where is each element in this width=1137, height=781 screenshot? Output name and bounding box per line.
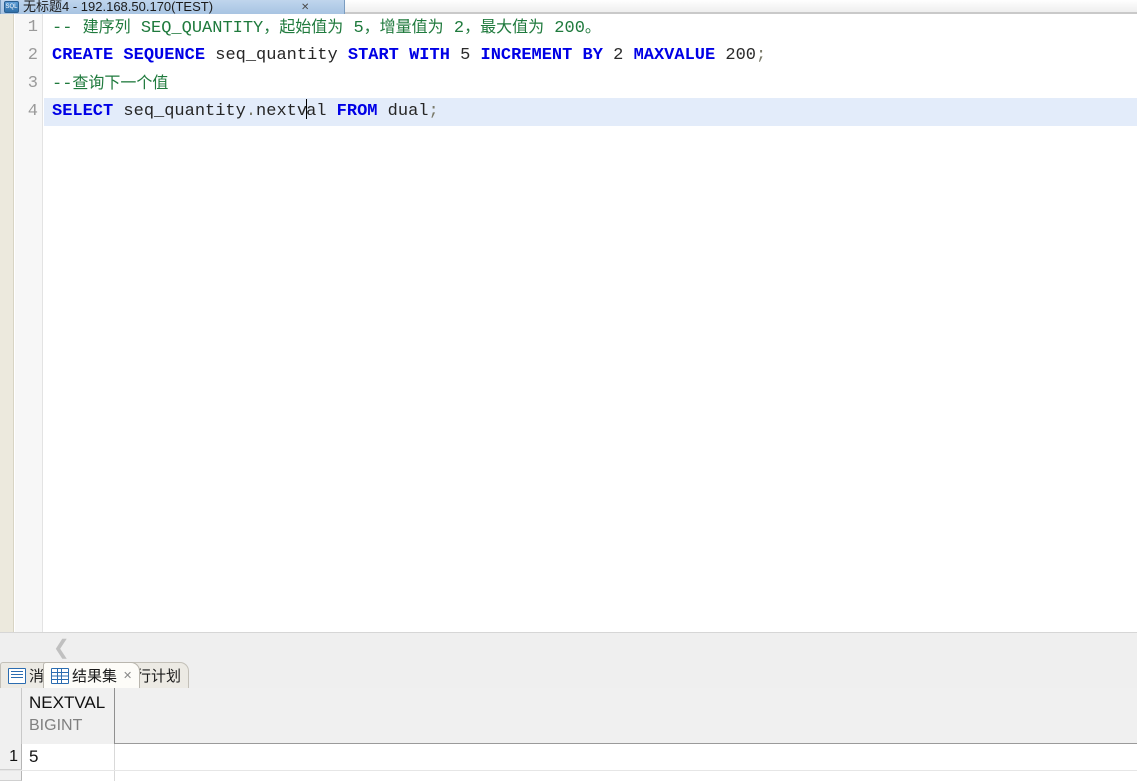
code-line-text: --查询下一个值 [44, 75, 168, 94]
editor-tabstrip: SQL 无标题4 - 192.168.50.170(TEST) ✕ [0, 0, 1137, 14]
token-kw: CREATE [52, 46, 114, 65]
token-plain: dual [377, 102, 429, 121]
code-line-text: -- 建序列 SEQ_QUANTITY，起始值为 5，增量值为 2，最大值为 2… [44, 19, 601, 38]
close-icon[interactable]: ✕ [301, 2, 309, 13]
line-number: 2 [27, 46, 38, 65]
sql-client-window: SQL 无标题4 - 192.168.50.170(TEST) ✕ 1 2 3 4 -… [0, 0, 1137, 781]
splitter-edge [0, 632, 1137, 633]
line-number: 4 [27, 102, 38, 121]
token-comment-cn: ，起始值为 [263, 19, 344, 36]
token-num: 5 [460, 46, 471, 65]
token-comment: 200 [544, 19, 585, 38]
code-line[interactable]: --查询下一个值 [44, 70, 1137, 98]
editor-annotation-margin[interactable] [0, 14, 14, 632]
tab-result-set[interactable]: 结果集 ✕ [43, 662, 141, 688]
token-kw: SEQUENCE [123, 46, 206, 65]
token-num: 2 [613, 46, 624, 65]
result-grid-icon [51, 667, 69, 684]
token-kw: FROM [336, 102, 378, 121]
grid-column-name: NEXTVAL [29, 693, 106, 712]
cell-empty[interactable] [22, 771, 115, 781]
chevron-left-icon[interactable]: ❮ [53, 635, 70, 660]
table-row[interactable]: 1 5 [0, 744, 1137, 771]
token-punc: . [245, 102, 257, 121]
sql-file-icon: SQL [4, 1, 19, 13]
result-grid[interactable]: NEXTVAL BIGINT 1 5 [0, 688, 1137, 781]
token-kw: MAXVALUE [633, 46, 716, 65]
line-number: 3 [27, 74, 38, 93]
token-plain: seq_quantity [205, 46, 348, 65]
token-comment-cn: ，最大值为 [464, 19, 545, 36]
sql-editor[interactable]: 1234 -- 建序列 SEQ_QUANTITY，起始值为 5，增量值为 2，最… [0, 14, 1137, 632]
table-row-empty[interactable] [0, 771, 1137, 781]
cell-nextval[interactable]: 5 [22, 744, 115, 770]
code-line-text: SELECT seq_quantity.nextval FROM dual; [44, 99, 439, 121]
token-plain: al [306, 102, 337, 121]
token-comment: -- [52, 19, 83, 38]
code-line[interactable]: SELECT seq_quantity.nextval FROM dual; [44, 98, 1137, 126]
grid-column-header-nextval[interactable]: NEXTVAL BIGINT [22, 688, 115, 744]
tab-label: 结果集 [72, 668, 118, 685]
editor-tab-active[interactable]: SQL 无标题4 - 192.168.50.170(TEST) ✕ [0, 0, 345, 14]
editor-line-number-gutter: 1 2 3 4 [15, 14, 43, 632]
token-kw: SELECT [52, 102, 114, 121]
token-comment: SEQ_QUANTITY [130, 19, 264, 38]
token-kw: INCREMENT [480, 46, 573, 65]
token-comment-cn: 建序列 [82, 19, 131, 36]
token-kw: BY [582, 46, 603, 65]
editor-results-splitter[interactable]: ❮ [0, 632, 1137, 662]
token-num: 200 [725, 46, 756, 65]
token-plain: nextv [256, 102, 308, 121]
token-comment: -- [52, 75, 73, 94]
close-icon[interactable]: ✕ [123, 669, 132, 682]
token-kw: WITH [409, 46, 450, 65]
token-punc: ; [428, 102, 439, 121]
row-number[interactable]: 1 [0, 744, 22, 770]
code-line[interactable]: -- 建序列 SEQ_QUANTITY，起始值为 5，增量值为 2，最大值为 2… [44, 14, 1137, 42]
editor-code-area[interactable]: -- 建序列 SEQ_QUANTITY，起始值为 5，增量值为 2，最大值为 2… [44, 14, 1137, 632]
token-comment-cn: ，增量值为 [363, 19, 444, 36]
result-grid-header: NEXTVAL BIGINT [0, 688, 1137, 744]
row-number-empty[interactable] [0, 771, 22, 781]
token-plain: seq_quantity [113, 102, 246, 121]
grid-column-type: BIGINT [29, 717, 83, 734]
results-tabstrip: 消息结果集✕执行计划 [0, 662, 1137, 688]
token-comment: 2 [443, 19, 465, 38]
editor-tab-title: 无标题4 - 192.168.50.170(TEST) [23, 0, 214, 14]
code-line-text: CREATE SEQUENCE seq_quantity START WITH … [44, 46, 766, 65]
token-punc: ; [756, 46, 767, 65]
token-kw: START [347, 46, 399, 65]
messages-icon [8, 667, 26, 684]
token-comment-cn: 查询下一个值 [72, 75, 169, 92]
code-line[interactable]: CREATE SEQUENCE seq_quantity START WITH … [44, 42, 1137, 70]
grid-corner-cell[interactable] [0, 688, 22, 744]
token-comment: 5 [343, 19, 364, 38]
token-comment-cn: 。 [584, 19, 601, 36]
line-number: 1 [27, 18, 38, 37]
